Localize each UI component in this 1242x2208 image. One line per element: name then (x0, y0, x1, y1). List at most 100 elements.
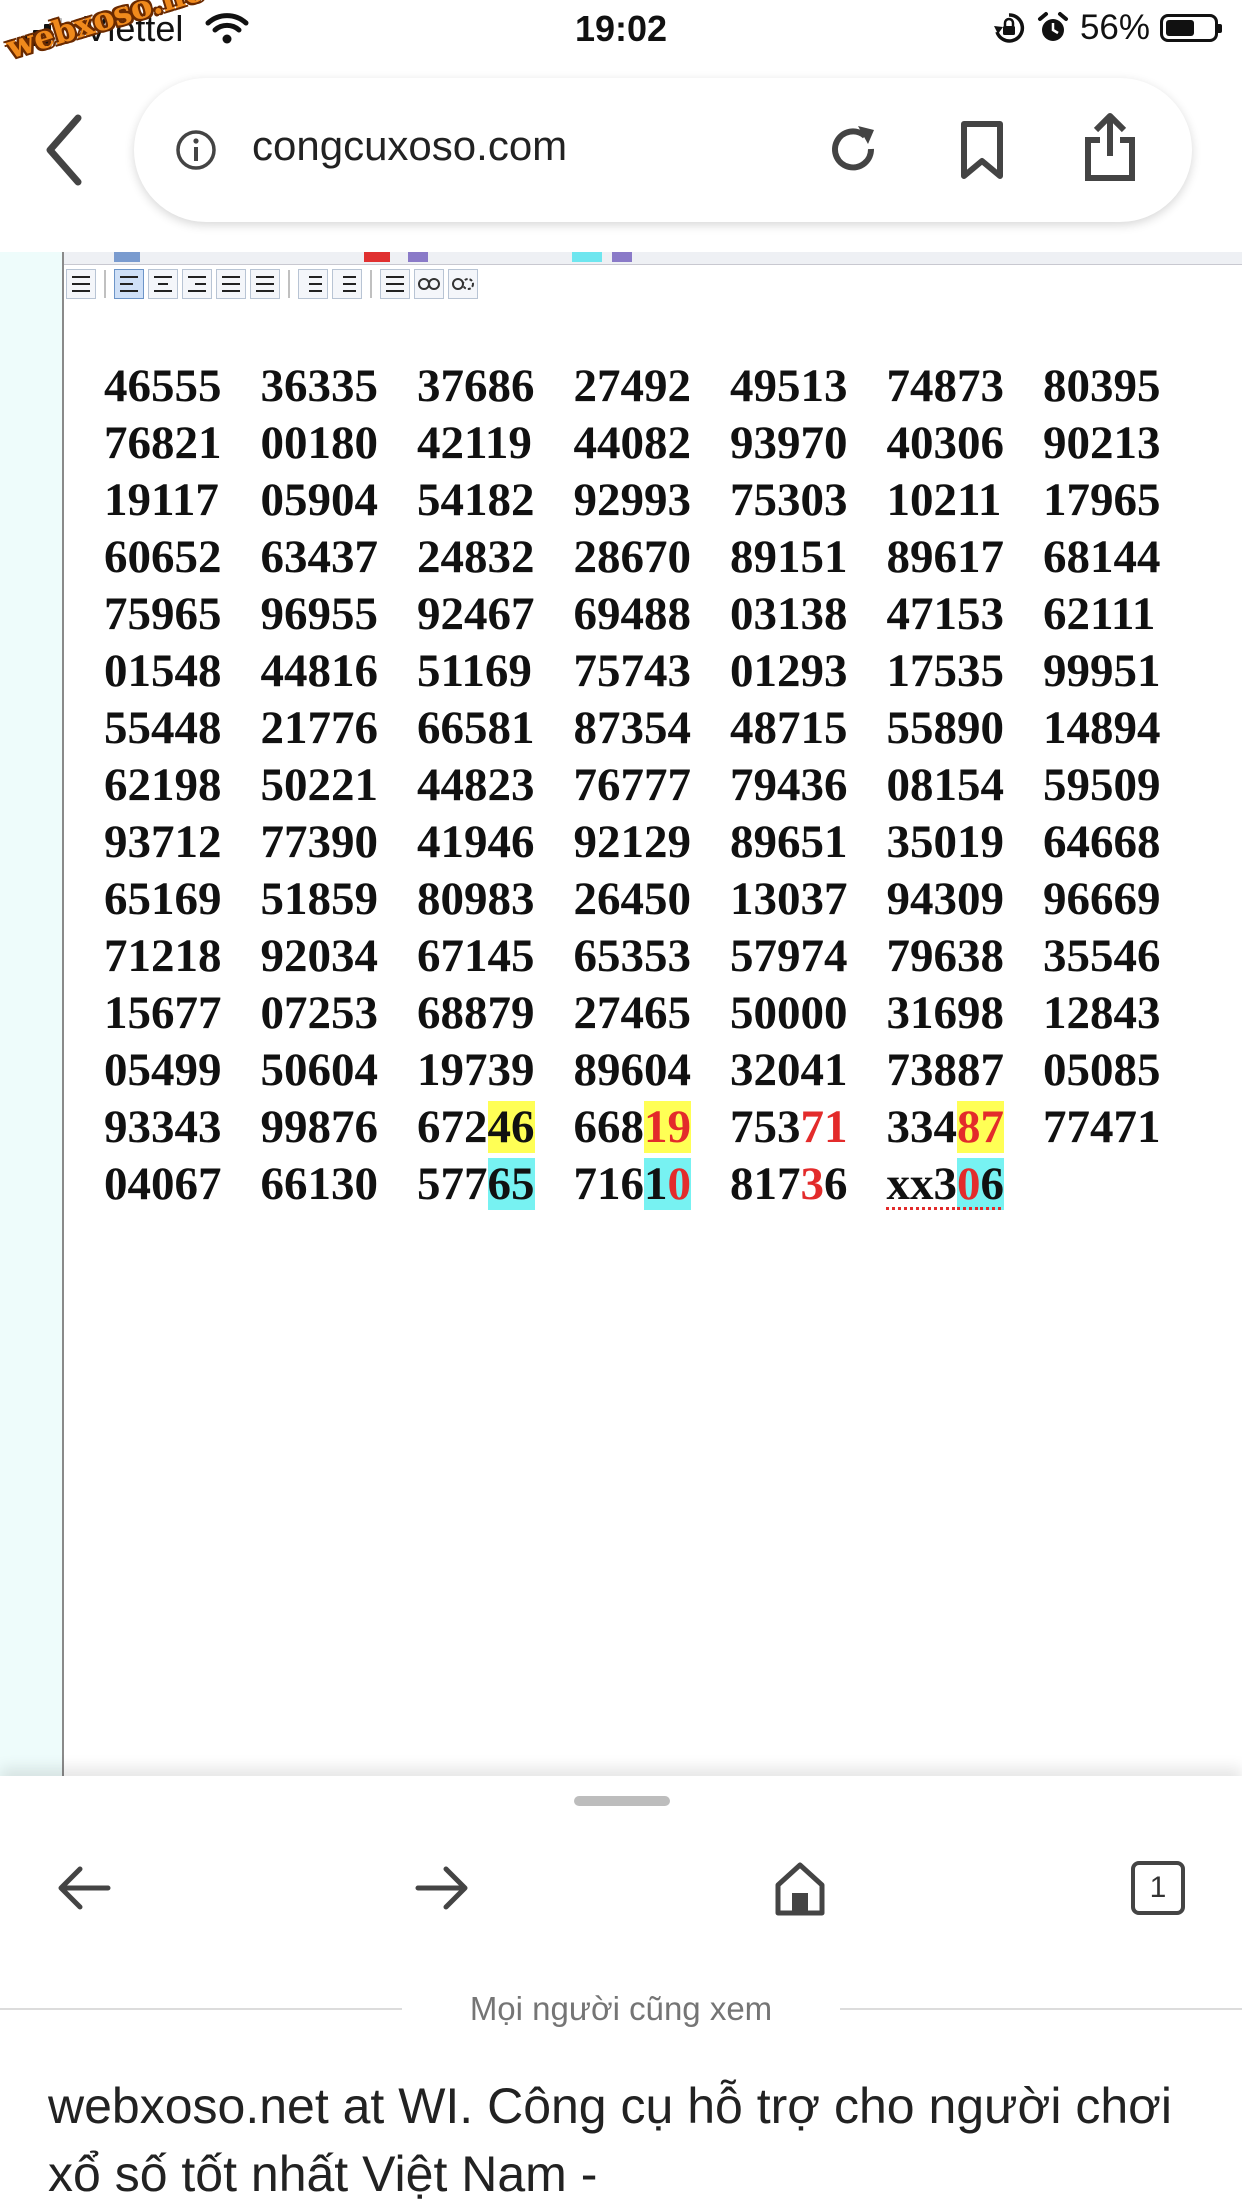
number-cell: 19739 (417, 1042, 574, 1099)
number-cell: 89604 (574, 1042, 731, 1099)
bookmark-icon[interactable] (958, 120, 1006, 180)
number-cell: 04067 (104, 1156, 261, 1213)
number-cell: 46555 (104, 358, 261, 415)
number-cell: xx306 (887, 1156, 1044, 1213)
number-cell: 44816 (261, 643, 418, 700)
align-center-icon[interactable] (148, 269, 178, 299)
number-row: 75965 96955 92467 69488 03138 47153 62111 (104, 586, 1200, 643)
number-segment: 69488 (573, 588, 692, 640)
site-info-icon[interactable] (174, 128, 218, 172)
number-cell: 92129 (574, 814, 731, 871)
number-cell: 99876 (261, 1099, 418, 1156)
number-cell: 65353 (574, 928, 731, 985)
number-segment: 27492 (573, 360, 692, 412)
number-cell: 81736 (730, 1156, 887, 1213)
align-right-icon[interactable] (182, 269, 212, 299)
link-icon[interactable] (414, 269, 444, 299)
number-segment: 0 (667, 1158, 691, 1210)
text-editor[interactable]: 46555 36335 37686 27492 49513 74873 80395 76821… (64, 252, 1242, 1776)
number-row: 05499 50604 19739 89604 32041 73887 05085 (104, 1042, 1200, 1099)
number-cell: 35546 (1043, 928, 1200, 985)
number-segment: 26450 (573, 873, 692, 925)
number-segment: 50604 (260, 1044, 379, 1096)
number-segment: 92034 (260, 930, 379, 982)
unlink-icon[interactable] (448, 269, 478, 299)
bulleted-list-icon[interactable] (332, 269, 362, 299)
number-segment: 17965 (1043, 474, 1161, 526)
number-cell: 67246 (417, 1099, 574, 1156)
number-cell: 71610 (574, 1156, 731, 1213)
horizontal-rule-icon[interactable] (380, 269, 410, 299)
number-segment: 75743 (573, 645, 692, 697)
number-segment: 96669 (1043, 873, 1161, 925)
number-segment: 93712 (104, 816, 222, 868)
number-segment: 716 (573, 1158, 645, 1210)
number-segment: 68144 (1043, 531, 1161, 583)
align-left-icon[interactable] (114, 269, 144, 299)
number-cell: 05085 (1043, 1042, 1200, 1099)
number-segment: 10211 (886, 474, 1002, 526)
number-segment: 35546 (1043, 930, 1161, 982)
number-cell: 27492 (574, 358, 731, 415)
number-segment: 01293 (730, 645, 848, 697)
number-cell: 12843 (1043, 985, 1200, 1042)
number-row: 65169 51859 80983 26450 13037 94309 96669 (104, 871, 1200, 928)
number-cell: 08154 (887, 757, 1044, 814)
home-button[interactable] (764, 1852, 836, 1924)
number-row: 46555 36335 37686 27492 49513 74873 80395 (104, 358, 1200, 415)
number-cell: 62111 (1043, 586, 1200, 643)
share-icon[interactable] (1082, 112, 1138, 182)
number-segment: 76777 (573, 759, 692, 811)
number-cell: 21776 (261, 700, 418, 757)
number-cell: 77471 (1043, 1099, 1200, 1156)
number-segment: 77471 (1043, 1101, 1161, 1153)
toolbar-separator (104, 270, 106, 298)
number-segment: 73887 (886, 1044, 1005, 1096)
home-icon (775, 1862, 825, 1916)
justify-full-icon[interactable] (250, 269, 280, 299)
battery-icon (1160, 14, 1222, 42)
number-segment: 55448 (104, 702, 222, 754)
reload-icon[interactable] (824, 120, 882, 178)
address-bar[interactable]: congcuxoso.com (134, 78, 1192, 222)
number-cell: 01548 (104, 643, 261, 700)
number-row: 01548 44816 51169 75743 01293 17535 99951 (104, 643, 1200, 700)
number-cell: 19117 (104, 472, 261, 529)
url-text[interactable]: congcuxoso.com (252, 122, 567, 170)
number-segment: 57974 (730, 930, 848, 982)
number-cell: 73887 (887, 1042, 1044, 1099)
justify-icon[interactable] (216, 269, 246, 299)
number-segment: 753 (730, 1101, 801, 1153)
number-segment: 01548 (104, 645, 222, 697)
forward-button[interactable] (406, 1852, 478, 1924)
number-cell: 28670 (574, 529, 731, 586)
number-cell: 32041 (730, 1042, 887, 1099)
number-cell: 77390 (261, 814, 418, 871)
tabs-button[interactable]: 1 (1122, 1852, 1194, 1924)
web-page-content: 46555 36335 37686 27492 49513 74873 80395 76821… (0, 252, 1242, 1776)
number-cell: 05499 (104, 1042, 261, 1099)
number-cell: 75965 (104, 586, 261, 643)
number-cell: 94309 (887, 871, 1044, 928)
number-segment: 74873 (886, 360, 1005, 412)
number-cell: 01293 (730, 643, 887, 700)
number-segment: 577 (417, 1158, 488, 1210)
tab-count-badge: 1 (1131, 1861, 1185, 1915)
number-segment: 67145 (417, 930, 535, 982)
number-cell: 68879 (417, 985, 574, 1042)
suggested-article-title[interactable]: webxoso.net at WI. Công cụ hỗ trợ cho ng… (48, 2072, 1198, 2208)
number-cell: 80983 (417, 871, 574, 928)
number-segment: 17535 (886, 645, 1005, 697)
number-segment: 51169 (417, 645, 532, 697)
number-cell: 44823 (417, 757, 574, 814)
number-cell: 31698 (887, 985, 1044, 1042)
browser-back-button[interactable] (40, 112, 90, 188)
numbered-list-icon[interactable] (298, 269, 328, 299)
number-segment: 99876 (260, 1101, 379, 1153)
arrow-left-icon (58, 1866, 111, 1910)
sheet-drag-handle[interactable] (574, 1796, 670, 1806)
number-cell: 80395 (1043, 358, 1200, 415)
indent-icon[interactable] (66, 269, 96, 299)
number-row: 93712 77390 41946 92129 89651 35019 64668 (104, 814, 1200, 871)
back-button[interactable] (48, 1852, 120, 1924)
